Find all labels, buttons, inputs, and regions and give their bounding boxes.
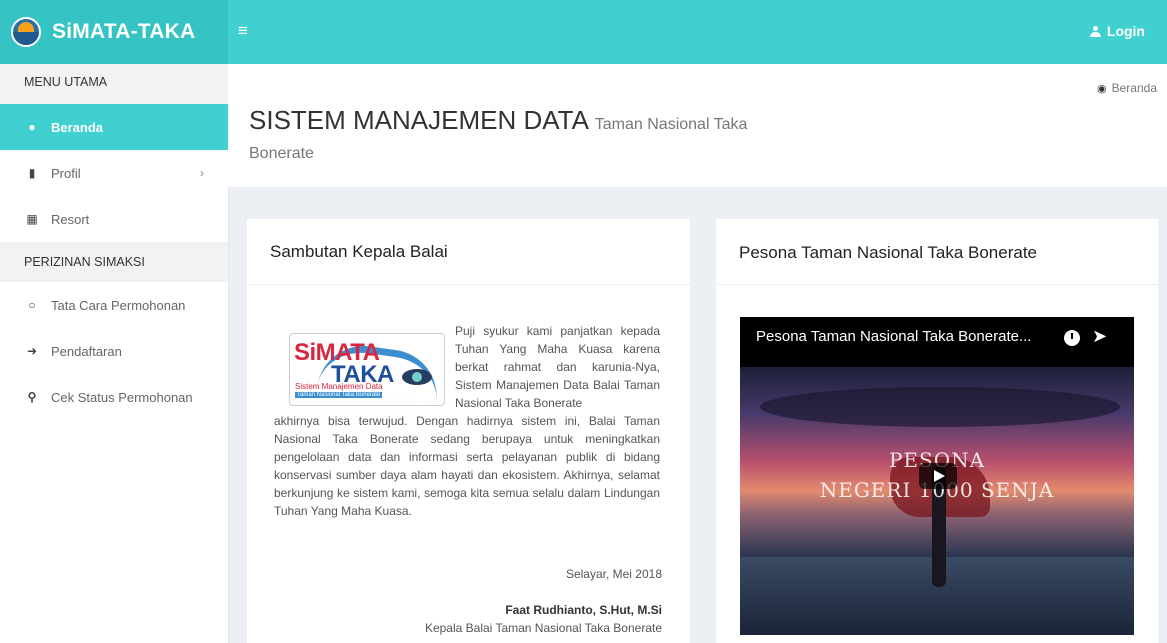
chevron-right-icon: › (200, 166, 204, 180)
content-header: SISTEM MANAJEMEN DATA Taman Nasional Tak… (228, 64, 1167, 187)
play-button-icon[interactable] (919, 463, 957, 489)
video-title[interactable]: Pesona Taman Nasional Taka Bonerate... (756, 328, 1056, 345)
sidebar-item-cek-status[interactable]: ⚲ Cek Status Permohonan (0, 374, 228, 420)
login-button[interactable]: Login (1089, 23, 1145, 39)
sidebar-item-label: Resort (51, 211, 90, 227)
circle-icon: ○ (28, 298, 36, 312)
logo-tagline: Sistem Manajemen Data (295, 382, 383, 391)
welcome-box: Sambutan Kepala Balai SiMATA TAKA Sistem… (247, 219, 690, 643)
login-label: Login (1106, 23, 1145, 39)
welcome-box-title: Sambutan Kepala Balai (247, 219, 690, 285)
brand-logo-area[interactable]: SiMATA-TAKA (0, 0, 228, 64)
sidebar: MENU UTAMA ● Beranda ▮ Profil › ▦ Resort… (0, 64, 229, 643)
top-navbar: SiMATA-TAKA ≡ Login (0, 0, 1167, 64)
signer-name: Faat Rudhianto, S.Hut, M.Si (505, 603, 662, 617)
sidebar-item-label: Tata Cara Permohonan (51, 297, 186, 313)
watch-later-icon[interactable] (1064, 330, 1080, 346)
building-icon: ▮ (28, 166, 36, 180)
sidebar-item-label: Beranda (51, 119, 104, 135)
breadcrumb-item: Beranda (1111, 81, 1157, 95)
welcome-text-body: akhirnya bisa terwujud. Dengan hadirnya … (274, 414, 660, 518)
user-icon (1089, 25, 1101, 37)
video-box: Pesona Taman Nasional Taka Bonerate Peso… (716, 219, 1158, 643)
dashboard-icon: ◉ (1097, 82, 1107, 95)
share-icon[interactable]: ➤ (1092, 326, 1107, 347)
sidebar-item-profil[interactable]: ▮ Profil › (0, 150, 228, 196)
map-icon: ▦ (26, 212, 38, 226)
page-title: SISTEM MANAJEMEN DATA Taman Nasional Tak… (249, 107, 747, 133)
video-box-title: Pesona Taman Nasional Taka Bonerate (716, 219, 1158, 285)
logo-tagline-2: Taman Nasional Taka Bonerate (295, 392, 383, 398)
sidebar-header-permit: PERIZINAN SIMAKSI (0, 242, 228, 282)
sidebar-item-label: Cek Status Permohonan (51, 389, 193, 405)
sign-in-icon: ➜ (26, 344, 38, 358)
sidebar-item-tata-cara[interactable]: ○ Tata Cara Permohonan (0, 282, 228, 328)
sidebar-item-resort[interactable]: ▦ Resort (0, 196, 228, 242)
signer-title: Kepala Balai Taman Nasional Taka Bonerat… (424, 621, 662, 635)
simata-taka-logo: SiMATA TAKA Sistem Manajemen Data Taman … (289, 333, 445, 406)
welcome-text-intro: Puji syukur kami panjatkan kepada Tuhan … (455, 324, 660, 410)
video-player[interactable]: Pesona Taman Nasional Taka Bonerate... ➤… (740, 317, 1134, 635)
sidebar-item-label: Profil (51, 165, 81, 181)
page-subtitle: Taman Nasional Taka (594, 116, 748, 133)
search-icon: ⚲ (27, 390, 37, 404)
dashboard-icon: ● (28, 120, 36, 134)
brand-name: SiMATA-TAKA (52, 20, 196, 43)
sidebar-header-main: MENU UTAMA (0, 64, 228, 104)
breadcrumb[interactable]: ◉ Beranda (1097, 81, 1157, 95)
page-subtitle-continued: Bonerate (249, 145, 314, 162)
sidebar-item-pendaftaran[interactable]: ➜ Pendaftaran (0, 328, 228, 374)
sidebar-item-label: Pendaftaran (51, 343, 122, 359)
sidebar-item-beranda[interactable]: ● Beranda (0, 104, 228, 150)
brand-logo-icon (11, 17, 41, 47)
place-date: Selayar, Mei 2018 (565, 567, 662, 581)
hamburger-menu-icon[interactable]: ≡ (238, 21, 248, 41)
page-title-main: SISTEM MANAJEMEN DATA (249, 105, 588, 135)
